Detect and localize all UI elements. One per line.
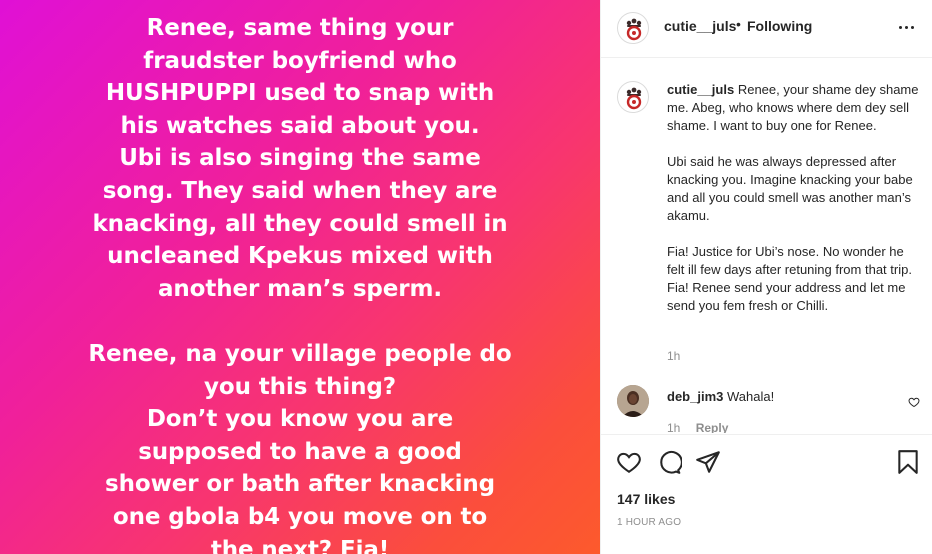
commenter-avatar[interactable] bbox=[617, 385, 649, 417]
heart-icon[interactable] bbox=[616, 449, 642, 475]
story-text: Renee, same thing your fraudster boyfrie… bbox=[88, 15, 512, 554]
caption-paragraph-2: Ubi said he was always depressed after k… bbox=[667, 154, 913, 223]
reply-button[interactable]: Reply bbox=[696, 421, 729, 433]
comment-text: deb_jim3 Wahala! bbox=[667, 389, 774, 404]
profile-avatar[interactable] bbox=[617, 12, 649, 44]
comment-icon[interactable] bbox=[656, 449, 682, 475]
story-image: Renee, same thing your fraudster boyfrie… bbox=[0, 0, 600, 554]
following-button[interactable]: Following bbox=[747, 18, 812, 34]
more-options-icon[interactable] bbox=[897, 20, 917, 34]
like-comment-icon[interactable] bbox=[908, 396, 920, 408]
comment-timestamp[interactable]: 1h bbox=[667, 421, 680, 433]
comment-body: Wahala! bbox=[726, 389, 775, 404]
actions-bar: 147 likes 1 HOUR AGO bbox=[601, 434, 932, 554]
caption-username[interactable]: cutie__juls bbox=[667, 82, 734, 97]
comment-username[interactable]: deb_jim3 bbox=[667, 389, 723, 404]
caption-avatar[interactable] bbox=[617, 81, 649, 113]
post-timestamp[interactable]: 1 HOUR AGO bbox=[617, 517, 681, 528]
share-icon[interactable] bbox=[695, 449, 721, 475]
likes-count[interactable]: 147 likes bbox=[617, 491, 675, 507]
caption-paragraph-3: Fia! Justice for Ubi’s nose. No wonder h… bbox=[667, 244, 912, 313]
header-username[interactable]: cutie__juls bbox=[664, 18, 736, 34]
header-separator: • bbox=[736, 16, 741, 32]
caption-timestamp[interactable]: 1h bbox=[667, 349, 680, 363]
comments-section[interactable]: cutie__juls Renee, your shame dey shame … bbox=[601, 59, 932, 433]
post-panel: cutie__juls • Following cutie__juls Rene… bbox=[600, 0, 932, 554]
bookmark-icon[interactable] bbox=[895, 449, 921, 475]
post-header: cutie__juls • Following bbox=[601, 0, 932, 58]
comment-meta: 1h Reply bbox=[667, 421, 740, 433]
caption-text: cutie__juls Renee, your shame dey shame … bbox=[667, 81, 922, 315]
